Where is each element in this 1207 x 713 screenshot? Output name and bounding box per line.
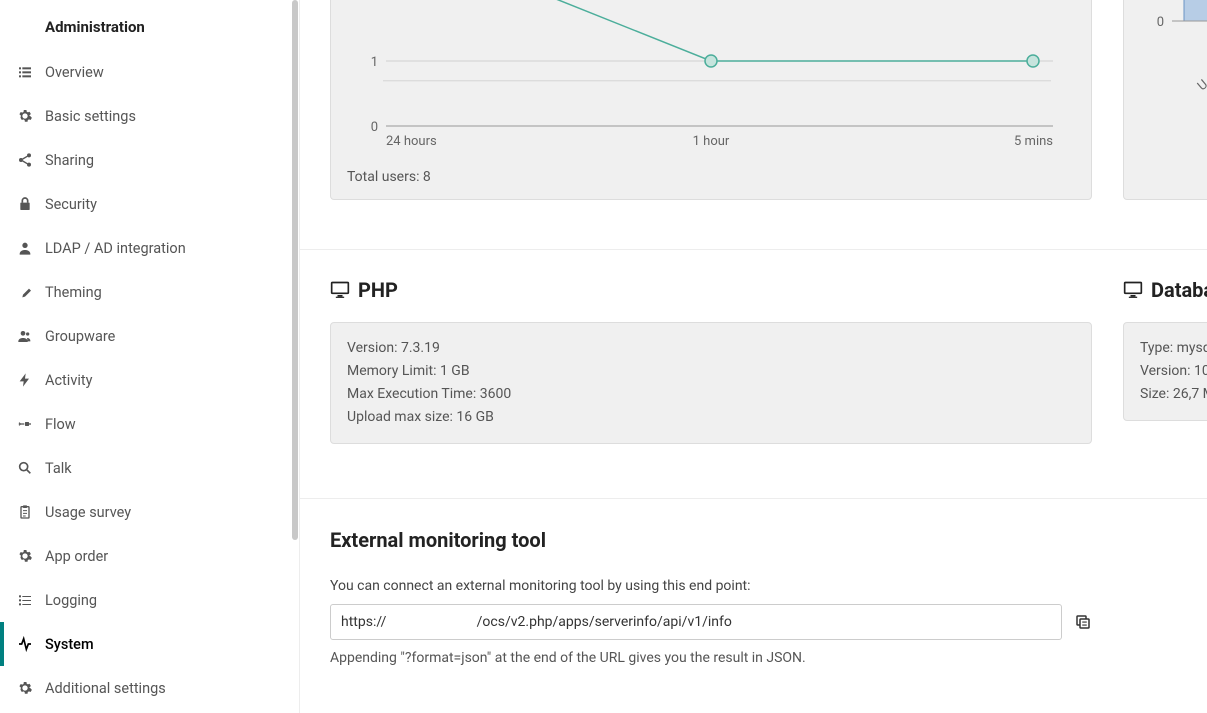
- sidebar-item-overview[interactable]: Overview: [0, 50, 299, 94]
- clipboard-icon: [15, 502, 35, 522]
- brush-icon: [15, 282, 35, 302]
- main-content: 1 0 24 hours 1 hour 5 mins Total users: …: [300, 0, 1207, 713]
- chart-xtick-0: 24 hours: [386, 134, 437, 149]
- sidebar-item-activity[interactable]: Activity: [0, 358, 299, 402]
- activity-icon: [15, 634, 35, 654]
- chart-footer-text: Total users: 8: [347, 169, 431, 185]
- sidebar-item-label: LDAP / AD integration: [45, 240, 186, 257]
- sidebar-item-label: Overview: [45, 64, 104, 81]
- sidebar-item-additional-settings[interactable]: Additional settings: [0, 666, 299, 710]
- divider-2: [300, 498, 1207, 499]
- sidebar-item-flow[interactable]: Flow: [0, 402, 299, 446]
- sidebar-item-label: Logging: [45, 592, 97, 609]
- sidebar-item-ldap-ad-integration[interactable]: LDAP / AD integration: [0, 226, 299, 270]
- monitoring-endpoint-input[interactable]: [330, 604, 1062, 640]
- sidebar-item-security[interactable]: Security: [0, 182, 299, 226]
- log-icon: [15, 590, 35, 610]
- sidebar-item-label: System: [45, 636, 94, 653]
- group-icon: [15, 326, 35, 346]
- sidebar-item-label: Sharing: [45, 152, 94, 169]
- sidebar-item-label: Usage survey: [45, 504, 131, 521]
- sidebar-item-label: Security: [45, 196, 97, 213]
- db-type-row: Type: mysql: [1140, 337, 1207, 360]
- external-monitoring-note: Appending "?format=json" at the end of t…: [330, 650, 1177, 666]
- external-monitoring-title: External monitoring tool: [330, 528, 1177, 552]
- sidebar-item-label: Talk: [45, 460, 72, 477]
- php-title: PHP: [358, 278, 398, 302]
- external-monitoring-section: External monitoring tool You can connect…: [330, 528, 1177, 666]
- sidebar-item-label: Additional settings: [45, 680, 166, 697]
- chart-xtick-1: 1 hour: [693, 134, 730, 149]
- secondary-chart-svg: 0 U: [1124, 0, 1207, 201]
- php-version-row: Version: 7.3.19: [347, 337, 1075, 360]
- php-info-card: Version: 7.3.19 Memory Limit: 1 GB Max E…: [330, 322, 1092, 444]
- divider-1: [300, 249, 1207, 250]
- list-icon: [15, 62, 35, 82]
- gear-icon: [15, 678, 35, 698]
- sidebar-item-app-order[interactable]: App order: [0, 534, 299, 578]
- bolt-icon: [15, 370, 35, 390]
- sidebar-item-talk[interactable]: Talk: [0, 446, 299, 490]
- chart-xtick-2: 5 mins: [1014, 134, 1053, 149]
- sidebar-item-label: Groupware: [45, 328, 115, 345]
- person-icon: [15, 238, 35, 258]
- chart-point-1: [705, 55, 717, 67]
- active-users-chart-svg: 1 0 24 hours 1 hour 5 mins: [331, 0, 1093, 201]
- sidebar-item-theming[interactable]: Theming: [0, 270, 299, 314]
- sidebar: Administration Overview Basic settings Sha…: [0, 0, 300, 713]
- gear-icon: [15, 546, 35, 566]
- external-monitoring-desc: You can connect an external monitoring t…: [330, 578, 1177, 594]
- gear-icon: [15, 106, 35, 126]
- sidebar-item-label: Activity: [45, 372, 92, 389]
- sidebar-item-logging[interactable]: Logging: [0, 578, 299, 622]
- chart-ytick-1: 1: [371, 55, 378, 70]
- share-icon: [15, 150, 35, 170]
- sidebar-item-system[interactable]: System: [0, 622, 299, 666]
- chart2-ytick-0: 0: [1157, 15, 1164, 30]
- sidebar-item-label: Flow: [45, 416, 76, 433]
- lock-icon: [15, 194, 35, 214]
- sidebar-item-basic-settings[interactable]: Basic settings: [0, 94, 299, 138]
- database-title: Databa: [1151, 278, 1207, 302]
- secondary-chart-card: 0 U: [1123, 0, 1207, 200]
- monitor-icon: [330, 280, 350, 300]
- sidebar-item-usage-survey[interactable]: Usage survey: [0, 490, 299, 534]
- sidebar-item-label: Theming: [45, 284, 102, 301]
- php-exec-row: Max Execution Time: 3600: [347, 383, 1075, 406]
- sidebar-item-label: App order: [45, 548, 108, 565]
- database-section: Databa Type: mysql Version: 10. Size: 26…: [1123, 278, 1207, 421]
- chart-ytick-0: 0: [371, 120, 378, 135]
- db-size-row: Size: 26,7 M: [1140, 383, 1207, 406]
- sidebar-item-label: Basic settings: [45, 108, 136, 125]
- flow-icon: [15, 414, 35, 434]
- sidebar-section-header: Administration: [0, 18, 299, 50]
- php-section: PHP Version: 7.3.19 Memory Limit: 1 GB M…: [330, 278, 1092, 444]
- database-info-card: Type: mysql Version: 10. Size: 26,7 M: [1123, 322, 1207, 421]
- monitor-icon: [1123, 280, 1143, 300]
- chart-point-2: [1027, 55, 1039, 67]
- search-icon: [15, 458, 35, 478]
- sidebar-scrollbar[interactable]: [291, 0, 299, 713]
- php-upload-row: Upload max size: 16 GB: [347, 406, 1075, 429]
- db-version-row: Version: 10.: [1140, 360, 1207, 383]
- sidebar-item-groupware[interactable]: Groupware: [0, 314, 299, 358]
- sidebar-item-sharing[interactable]: Sharing: [0, 138, 299, 182]
- copy-endpoint-button[interactable]: [1072, 611, 1094, 633]
- chart2-xtick-partial: U: [1195, 77, 1207, 94]
- php-memory-row: Memory Limit: 1 GB: [347, 360, 1075, 383]
- active-users-chart-card: 1 0 24 hours 1 hour 5 mins Total users: …: [330, 0, 1092, 200]
